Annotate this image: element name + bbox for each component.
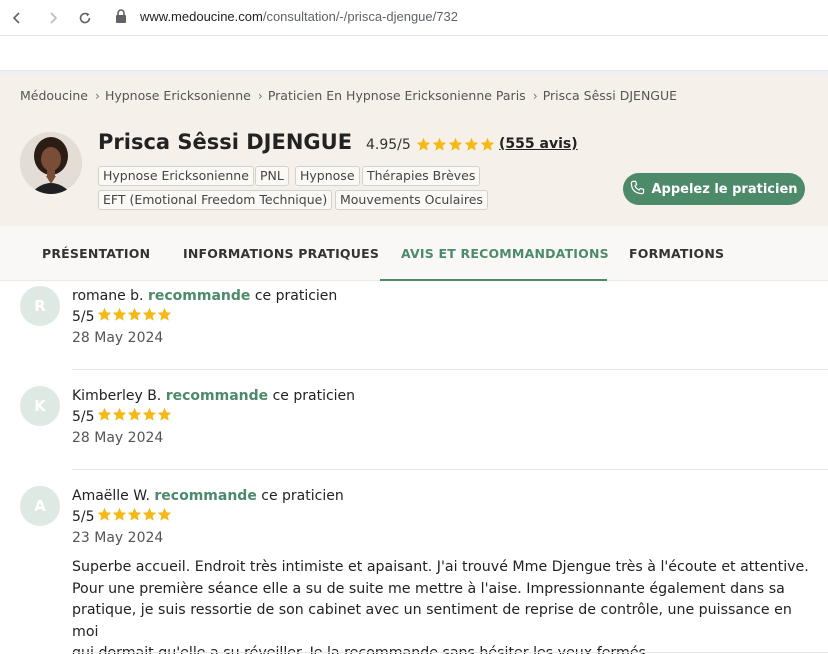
star-icon bbox=[416, 137, 431, 151]
star-icon bbox=[127, 507, 142, 521]
specialty-tag[interactable]: PNL bbox=[255, 166, 289, 186]
active-tab-indicator bbox=[380, 279, 607, 281]
star-icon bbox=[157, 407, 172, 421]
review-score: 5/5 bbox=[72, 509, 95, 525]
review-score: 5/5 bbox=[72, 309, 95, 325]
review-divider bbox=[72, 652, 828, 653]
reviewer-avatar: A bbox=[20, 486, 60, 526]
lock-icon bbox=[115, 9, 129, 25]
review-text-line: Superbe accueil. Endroit très intimiste … bbox=[72, 559, 809, 575]
url-path: /consultation/-/prisca-djengue/732 bbox=[262, 9, 458, 24]
review-stars bbox=[97, 507, 172, 522]
star-icon bbox=[112, 507, 127, 521]
forward-icon[interactable] bbox=[43, 8, 63, 28]
star-icon bbox=[464, 137, 479, 151]
chevron-right-icon: › bbox=[257, 88, 263, 103]
specialty-tag[interactable]: Thérapies Brèves bbox=[362, 166, 481, 186]
review-title-suffix: ce praticien bbox=[261, 488, 344, 504]
practitioner-header: Médoucine › Hypnose Ericksonienne › Praticie… bbox=[0, 76, 828, 226]
tab-informations-pratiques[interactable]: INFORMATIONS PRATIQUES bbox=[183, 246, 379, 261]
tab-formations[interactable]: FORMATIONS bbox=[629, 246, 724, 261]
review-title: romane b. recommande ce praticien bbox=[72, 288, 337, 304]
reviewer-avatar: K bbox=[20, 386, 60, 426]
star-icon bbox=[157, 507, 172, 521]
review-title: Amaëlle W. recommande ce praticien bbox=[72, 488, 344, 504]
practitioner-name: Prisca Sêssi DJENGUE bbox=[98, 130, 353, 154]
star-icon bbox=[112, 407, 127, 421]
star-icon bbox=[480, 137, 495, 151]
review-date: 23 May 2024 bbox=[72, 530, 164, 546]
star-icon bbox=[448, 137, 463, 151]
star-icon bbox=[127, 307, 142, 321]
url-host: www.medoucine.com bbox=[140, 9, 263, 24]
address-bar[interactable]: www.medoucine.com/consultation/-/prisca-… bbox=[140, 9, 458, 24]
reload-icon[interactable] bbox=[75, 8, 95, 28]
star-icon bbox=[97, 507, 112, 521]
reviewer-name: romane b. bbox=[72, 288, 144, 304]
phone-icon bbox=[630, 180, 645, 199]
back-icon[interactable] bbox=[7, 8, 27, 28]
chevron-right-icon: › bbox=[532, 88, 538, 103]
star-icon bbox=[112, 307, 127, 321]
reviewer-name: Kimberley B. bbox=[72, 388, 162, 404]
tab-presentation[interactable]: PRÉSENTATION bbox=[42, 246, 150, 261]
star-icon bbox=[142, 507, 157, 521]
reviewer-avatar: R bbox=[20, 286, 60, 326]
reviewer-name: Amaëlle W. bbox=[72, 488, 150, 504]
tab-avis-recommandations[interactable]: AVIS ET RECOMMANDATIONS bbox=[401, 246, 609, 261]
review-text: Superbe accueil. Endroit très intimiste … bbox=[72, 557, 820, 654]
breadcrumb-item[interactable]: Hypnose Ericksonienne bbox=[105, 88, 251, 103]
call-practitioner-button[interactable]: Appelez le praticien bbox=[623, 173, 805, 205]
review-divider bbox=[72, 369, 828, 370]
review-score: 5/5 bbox=[72, 409, 95, 425]
breadcrumb-item[interactable]: Praticien En Hypnose Ericksonienne Paris bbox=[268, 88, 526, 103]
review-stars bbox=[97, 407, 172, 422]
rating-score: 4.95/5 bbox=[366, 137, 411, 153]
star-icon bbox=[142, 407, 157, 421]
star-icon bbox=[97, 307, 112, 321]
star-icon bbox=[142, 307, 157, 321]
practitioner-avatar bbox=[20, 132, 82, 194]
review-text-line: pratique, je suis ressortie de son cabin… bbox=[72, 602, 792, 640]
review-text-line: Pour une première séance elle a su de su… bbox=[72, 580, 785, 597]
rating-stars bbox=[416, 137, 495, 152]
review-title-suffix: ce praticien bbox=[254, 288, 338, 304]
star-icon bbox=[432, 137, 447, 151]
review-date: 28 May 2024 bbox=[72, 430, 164, 446]
chevron-right-icon: › bbox=[94, 88, 100, 103]
reviews-count-link[interactable]: (555 avis) bbox=[499, 136, 578, 152]
breadcrumb-item-current: Prisca Sêssi DJENGUE bbox=[542, 88, 678, 103]
review-title-suffix: ce praticien bbox=[272, 388, 356, 404]
breadcrumb: Médoucine › Hypnose Ericksonienne › Praticie… bbox=[20, 88, 677, 103]
review-stars bbox=[97, 307, 172, 322]
star-icon bbox=[157, 307, 172, 321]
recommend-label: recommande bbox=[165, 388, 269, 404]
star-icon bbox=[97, 407, 112, 421]
review-divider bbox=[72, 469, 828, 470]
specialty-tag[interactable]: Hypnose bbox=[295, 166, 360, 186]
bookmarks-bar bbox=[0, 37, 828, 71]
call-button-label: Appelez le praticien bbox=[651, 181, 798, 197]
specialty-tag[interactable]: Hypnose Ericksonienne bbox=[98, 166, 254, 186]
profile-tabs: PRÉSENTATION INFORMATIONS PRATIQUES AVIS… bbox=[0, 226, 828, 281]
star-icon bbox=[127, 407, 142, 421]
review-title: Kimberley B. recommande ce praticien bbox=[72, 388, 355, 404]
recommend-label: recommande bbox=[154, 488, 257, 504]
browser-toolbar: www.medoucine.com/consultation/-/prisca-… bbox=[0, 0, 828, 36]
specialty-tag[interactable]: EFT (Emotional Freedom Technique) bbox=[98, 190, 333, 210]
specialty-tag[interactable]: Mouvements Oculaires bbox=[335, 190, 488, 210]
recommend-label: recommande bbox=[147, 288, 251, 304]
review-date: 28 May 2024 bbox=[72, 330, 164, 346]
breadcrumb-item[interactable]: Médoucine bbox=[20, 88, 88, 103]
